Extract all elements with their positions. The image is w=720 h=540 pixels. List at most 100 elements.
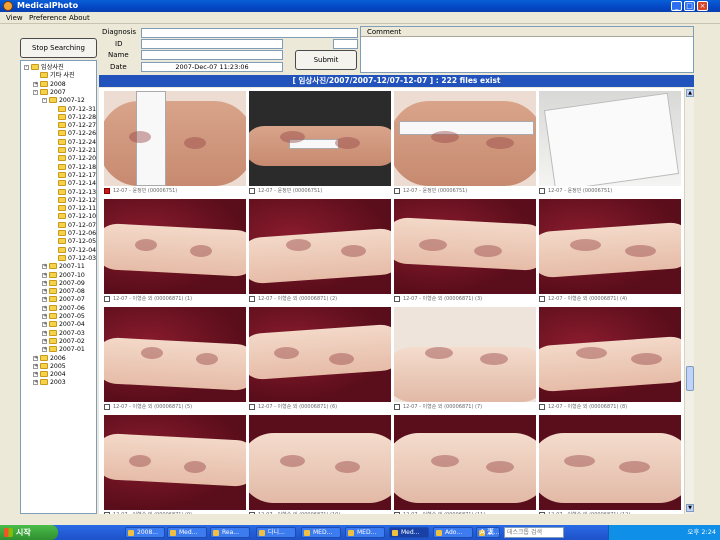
photo-caption-text: 12-07 - 윤정민 (00006751)	[113, 188, 178, 194]
expand-icon[interactable]: +	[42, 305, 47, 311]
select-checkbox[interactable]	[104, 511, 110, 514]
window-icon	[259, 530, 265, 536]
diagnosis-field[interactable]	[141, 28, 358, 38]
minimize-button[interactable]: _	[671, 1, 682, 11]
folder-icon	[58, 147, 66, 153]
id-field[interactable]	[141, 39, 283, 49]
select-checkbox[interactable]	[104, 403, 110, 410]
select-checkbox[interactable]	[539, 295, 545, 302]
expand-icon[interactable]: +	[42, 330, 47, 336]
photo-thumbnail[interactable]: 12-07 - 이형순 외 (00006871) (9)	[104, 415, 246, 514]
taskbar-item[interactable]: Rea...	[210, 527, 250, 538]
photo-thumbnail[interactable]: 12-07 - 이형순 외 (00006871) (11)	[394, 415, 536, 514]
scroll-thumb[interactable]	[686, 366, 694, 391]
collapse-icon[interactable]: -	[33, 89, 38, 95]
menu-view[interactable]: View	[6, 14, 23, 22]
photo-thumbnail[interactable]: 12-07 - 이형순 외 (00006871) (1)	[104, 199, 246, 304]
select-checkbox[interactable]	[249, 403, 255, 410]
ime-indicator[interactable]: A 漢	[480, 527, 494, 537]
photo-caption-text: 12-07 - 이형순 외 (00006871) (5)	[113, 404, 193, 410]
name-field[interactable]	[141, 50, 283, 60]
expand-icon[interactable]: +	[33, 81, 38, 87]
expand-icon[interactable]: +	[33, 363, 38, 369]
select-checkbox[interactable]	[394, 187, 400, 194]
taskbar-item[interactable]: MED...	[301, 527, 341, 538]
folder-icon	[58, 213, 66, 220]
select-checkbox[interactable]	[249, 295, 255, 302]
clock: 오후 2:24	[687, 528, 716, 536]
photo-thumbnail[interactable]: 12-07 - 윤정민 (00006751)	[394, 91, 536, 196]
photo-thumbnail[interactable]: 12-07 - 이형순 외 (00006871) (4)	[539, 199, 681, 304]
taskbar-item[interactable]: 2008...	[125, 527, 165, 538]
taskbar-item[interactable]: Ado...	[433, 527, 473, 538]
expand-icon[interactable]: +	[42, 347, 47, 353]
id-extra-field[interactable]	[333, 39, 358, 49]
folder-icon	[49, 279, 57, 286]
photo-caption-text: 12-07 - 이형순 외 (00006871) (8)	[548, 404, 628, 410]
collapse-icon[interactable]: -	[24, 65, 29, 70]
photo-thumbnail[interactable]: 12-07 - 윤정민 (00006751)	[104, 91, 246, 196]
photo-thumbnail[interactable]: 12-07 - 이형순 외 (00006871) (8)	[539, 307, 681, 412]
photo-thumbnail[interactable]: 12-07 - 윤정민 (00006751)	[539, 91, 681, 196]
maximize-button[interactable]: □	[684, 1, 695, 11]
comment-box[interactable]: Comment	[360, 26, 694, 73]
photo-thumbnail[interactable]: 12-07 - 이형순 외 (00006871) (10)	[249, 415, 391, 514]
photo-thumbnail[interactable]: 12-07 - 이형순 외 (00006871) (7)	[394, 307, 536, 412]
tree-node[interactable]: +2003	[21, 378, 96, 387]
taskbar-item[interactable]: Med...	[167, 527, 207, 538]
select-checkbox[interactable]	[394, 403, 400, 410]
expand-icon[interactable]: +	[42, 264, 47, 270]
photo-thumbnail[interactable]: 12-07 - 이형순 외 (00006871) (6)	[249, 307, 391, 412]
photo-thumbnail[interactable]: 12-07 - 이형순 외 (00006871) (5)	[104, 307, 246, 412]
select-checkbox[interactable]	[104, 295, 110, 302]
select-checkbox[interactable]	[104, 187, 110, 194]
vertical-scrollbar[interactable]: ▲ ▼	[684, 88, 694, 514]
date-field[interactable]: 2007-Dec-07 11:23:06	[141, 62, 283, 72]
close-button[interactable]: ×	[697, 1, 708, 11]
select-checkbox[interactable]	[539, 511, 545, 514]
taskbar-item[interactable]: MED...	[345, 527, 385, 538]
taskbar-item[interactable]: Med...	[389, 527, 429, 538]
photo-thumbnail[interactable]: 12-07 - 이형순 외 (00006871) (2)	[249, 199, 391, 304]
select-checkbox[interactable]	[394, 511, 400, 514]
photo-caption-text: 12-07 - 이형순 외 (00006871) (4)	[548, 296, 628, 302]
select-checkbox[interactable]	[249, 511, 255, 514]
start-button[interactable]: 시작	[0, 525, 58, 540]
photo-caption: 12-07 - 이형순 외 (00006871) (5)	[104, 403, 246, 412]
expand-icon[interactable]: +	[42, 297, 47, 303]
expand-icon[interactable]: +	[42, 314, 47, 319]
submit-button[interactable]: Submit	[295, 50, 357, 70]
expand-icon[interactable]: +	[42, 272, 47, 278]
expand-icon[interactable]: +	[42, 289, 47, 295]
expand-icon[interactable]: +	[33, 355, 38, 361]
photo-thumbnail[interactable]: 12-07 - 윤정민 (00006751)	[249, 91, 391, 196]
menu-preference[interactable]: Preference	[29, 14, 67, 22]
photo-thumbnail[interactable]: 12-07 - 이형순 외 (00006871) (3)	[394, 199, 536, 304]
photo-thumbnail[interactable]: 12-07 - 이형순 외 (00006871) (12)	[539, 415, 681, 514]
expand-icon[interactable]: +	[42, 322, 47, 328]
scroll-down-arrow[interactable]: ▼	[686, 504, 694, 512]
expand-icon[interactable]: +	[42, 280, 47, 286]
folder-icon	[58, 105, 66, 112]
expand-icon[interactable]: +	[42, 338, 47, 344]
collapse-icon[interactable]: -	[42, 98, 47, 104]
clinical-photo	[104, 199, 246, 294]
select-checkbox[interactable]	[539, 187, 545, 194]
select-checkbox[interactable]	[249, 187, 255, 194]
scroll-up-arrow[interactable]: ▲	[686, 89, 694, 97]
title-bar: MedicalPhoto _ □ ×	[0, 0, 720, 12]
taskbar-item-label: Ado...	[445, 529, 463, 536]
desktop-search-input[interactable]: 데스크톱 검색	[504, 527, 564, 538]
select-checkbox[interactable]	[539, 403, 545, 410]
taskbar-item[interactable]: 다니...	[256, 527, 296, 538]
clinical-photo	[539, 199, 681, 294]
select-checkbox[interactable]	[394, 295, 400, 302]
taskbar-item-label: Med...	[179, 529, 198, 536]
folder-icon	[40, 72, 48, 79]
stop-searching-button[interactable]: Stop Searching	[20, 38, 97, 58]
menu-about[interactable]: About	[69, 14, 90, 22]
folder-icon	[40, 379, 48, 386]
expand-icon[interactable]: +	[33, 372, 38, 378]
photo-caption: 12-07 - 이형순 외 (00006871) (3)	[394, 295, 536, 304]
expand-icon[interactable]: +	[33, 380, 38, 386]
